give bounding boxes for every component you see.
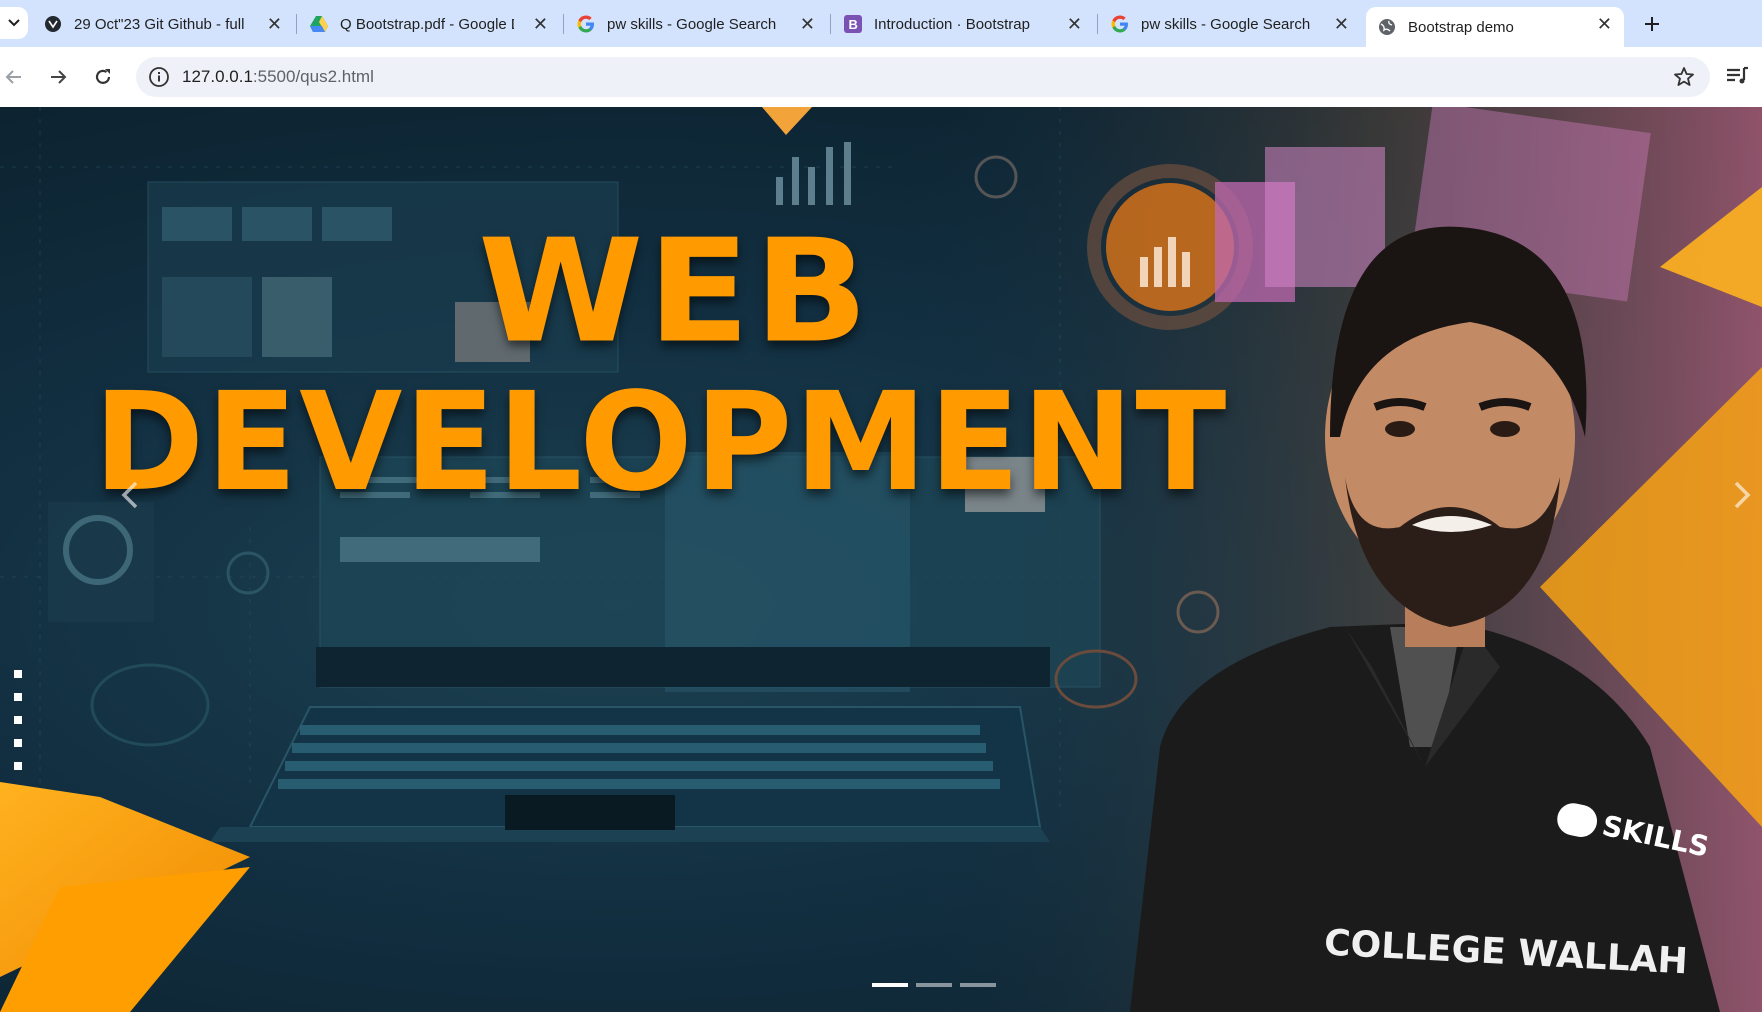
google-icon bbox=[577, 15, 595, 33]
chevron-down-icon bbox=[8, 19, 20, 27]
github-icon bbox=[44, 15, 62, 33]
address-bar[interactable]: 127.0.0.1:5500/qus2.html bbox=[136, 57, 1710, 97]
tab-separator bbox=[1097, 14, 1098, 34]
arrow-left-icon bbox=[5, 70, 21, 84]
close-icon[interactable]: ✕ bbox=[1067, 14, 1082, 34]
browser-toolbar: 127.0.0.1:5500/qus2.html bbox=[0, 47, 1762, 107]
decorative-dots bbox=[14, 670, 22, 785]
back-button[interactable] bbox=[0, 63, 28, 91]
headline-development: DEVELOPMENT bbox=[93, 364, 1229, 522]
tab-strip: 29 Oct"23 Git Github - full ✕ Q Bootstra… bbox=[0, 0, 1762, 47]
dot bbox=[14, 762, 22, 770]
tab-search-button[interactable] bbox=[0, 7, 28, 39]
google-drive-icon bbox=[310, 15, 328, 33]
tab-separator bbox=[296, 14, 297, 34]
arrow-right-icon bbox=[51, 70, 67, 84]
carousel-indicator-3[interactable] bbox=[960, 983, 996, 987]
bootstrap-icon: B bbox=[844, 15, 862, 33]
google-icon bbox=[1111, 15, 1129, 33]
tab-title: Introduction · Bootstrap bbox=[874, 15, 1030, 33]
dot bbox=[14, 693, 22, 701]
forward-button[interactable] bbox=[44, 63, 72, 91]
tab-introduction-bootstrap[interactable]: B Introduction · Bootstrap ✕ bbox=[832, 7, 1094, 41]
headline-web: WEB bbox=[478, 209, 873, 375]
bookmark-star-icon[interactable] bbox=[1672, 65, 1696, 89]
hero-background-image bbox=[0, 107, 1762, 1012]
carousel-indicator-2[interactable] bbox=[916, 983, 952, 987]
close-icon[interactable]: ✕ bbox=[1597, 14, 1612, 34]
globe-icon bbox=[1378, 18, 1396, 36]
reading-list-icon[interactable] bbox=[1724, 63, 1750, 89]
reload-icon bbox=[95, 69, 111, 84]
carousel-next-button[interactable] bbox=[1722, 465, 1762, 525]
tab-title: pw skills - Google Search bbox=[1141, 15, 1311, 33]
svg-text:B: B bbox=[849, 17, 858, 32]
url-path: :5500/qus2.html bbox=[252, 67, 374, 86]
tab-bootstrap-pdf[interactable]: Q Bootstrap.pdf - Google D ✕ bbox=[298, 7, 560, 41]
dot bbox=[14, 716, 22, 724]
carousel-prev-button[interactable] bbox=[110, 465, 150, 525]
tab-bootstrap-demo[interactable]: Bootstrap demo ✕ bbox=[1366, 7, 1624, 47]
carousel: SKILLS COLLEGE WALLAH WEB DEVELOPMENT bbox=[0, 107, 1762, 1012]
close-icon[interactable]: ✕ bbox=[800, 14, 815, 34]
tab-title: Q Bootstrap.pdf - Google D bbox=[340, 15, 514, 33]
new-tab-button[interactable] bbox=[1636, 8, 1668, 40]
tab-git-github[interactable]: 29 Oct"23 Git Github - full ✕ bbox=[32, 7, 294, 41]
chevron-right-icon bbox=[1734, 481, 1751, 509]
url-host: 127.0.0.1 bbox=[182, 67, 253, 86]
site-info-icon[interactable] bbox=[148, 66, 170, 88]
carousel-indicator-1[interactable] bbox=[872, 983, 908, 987]
tab-title: 29 Oct"23 Git Github - full bbox=[74, 15, 245, 33]
dot bbox=[14, 670, 22, 678]
close-icon[interactable]: ✕ bbox=[1334, 14, 1349, 34]
close-icon[interactable]: ✕ bbox=[267, 14, 282, 34]
tab-title: Bootstrap demo bbox=[1408, 18, 1514, 36]
tab-pw-skills-search-2[interactable]: pw skills - Google Search ✕ bbox=[1099, 7, 1361, 41]
plus-icon bbox=[1645, 17, 1659, 31]
tab-separator bbox=[830, 14, 831, 34]
tab-title: pw skills - Google Search bbox=[607, 15, 777, 33]
chevron-left-icon bbox=[121, 481, 138, 509]
url-text[interactable]: 127.0.0.1:5500/qus2.html bbox=[182, 67, 374, 87]
dot bbox=[14, 739, 22, 747]
tab-pw-skills-search[interactable]: pw skills - Google Search ✕ bbox=[565, 7, 827, 41]
tab-separator bbox=[563, 14, 564, 34]
close-icon[interactable]: ✕ bbox=[533, 14, 548, 34]
reload-button[interactable] bbox=[89, 63, 117, 91]
carousel-indicators bbox=[872, 983, 996, 987]
